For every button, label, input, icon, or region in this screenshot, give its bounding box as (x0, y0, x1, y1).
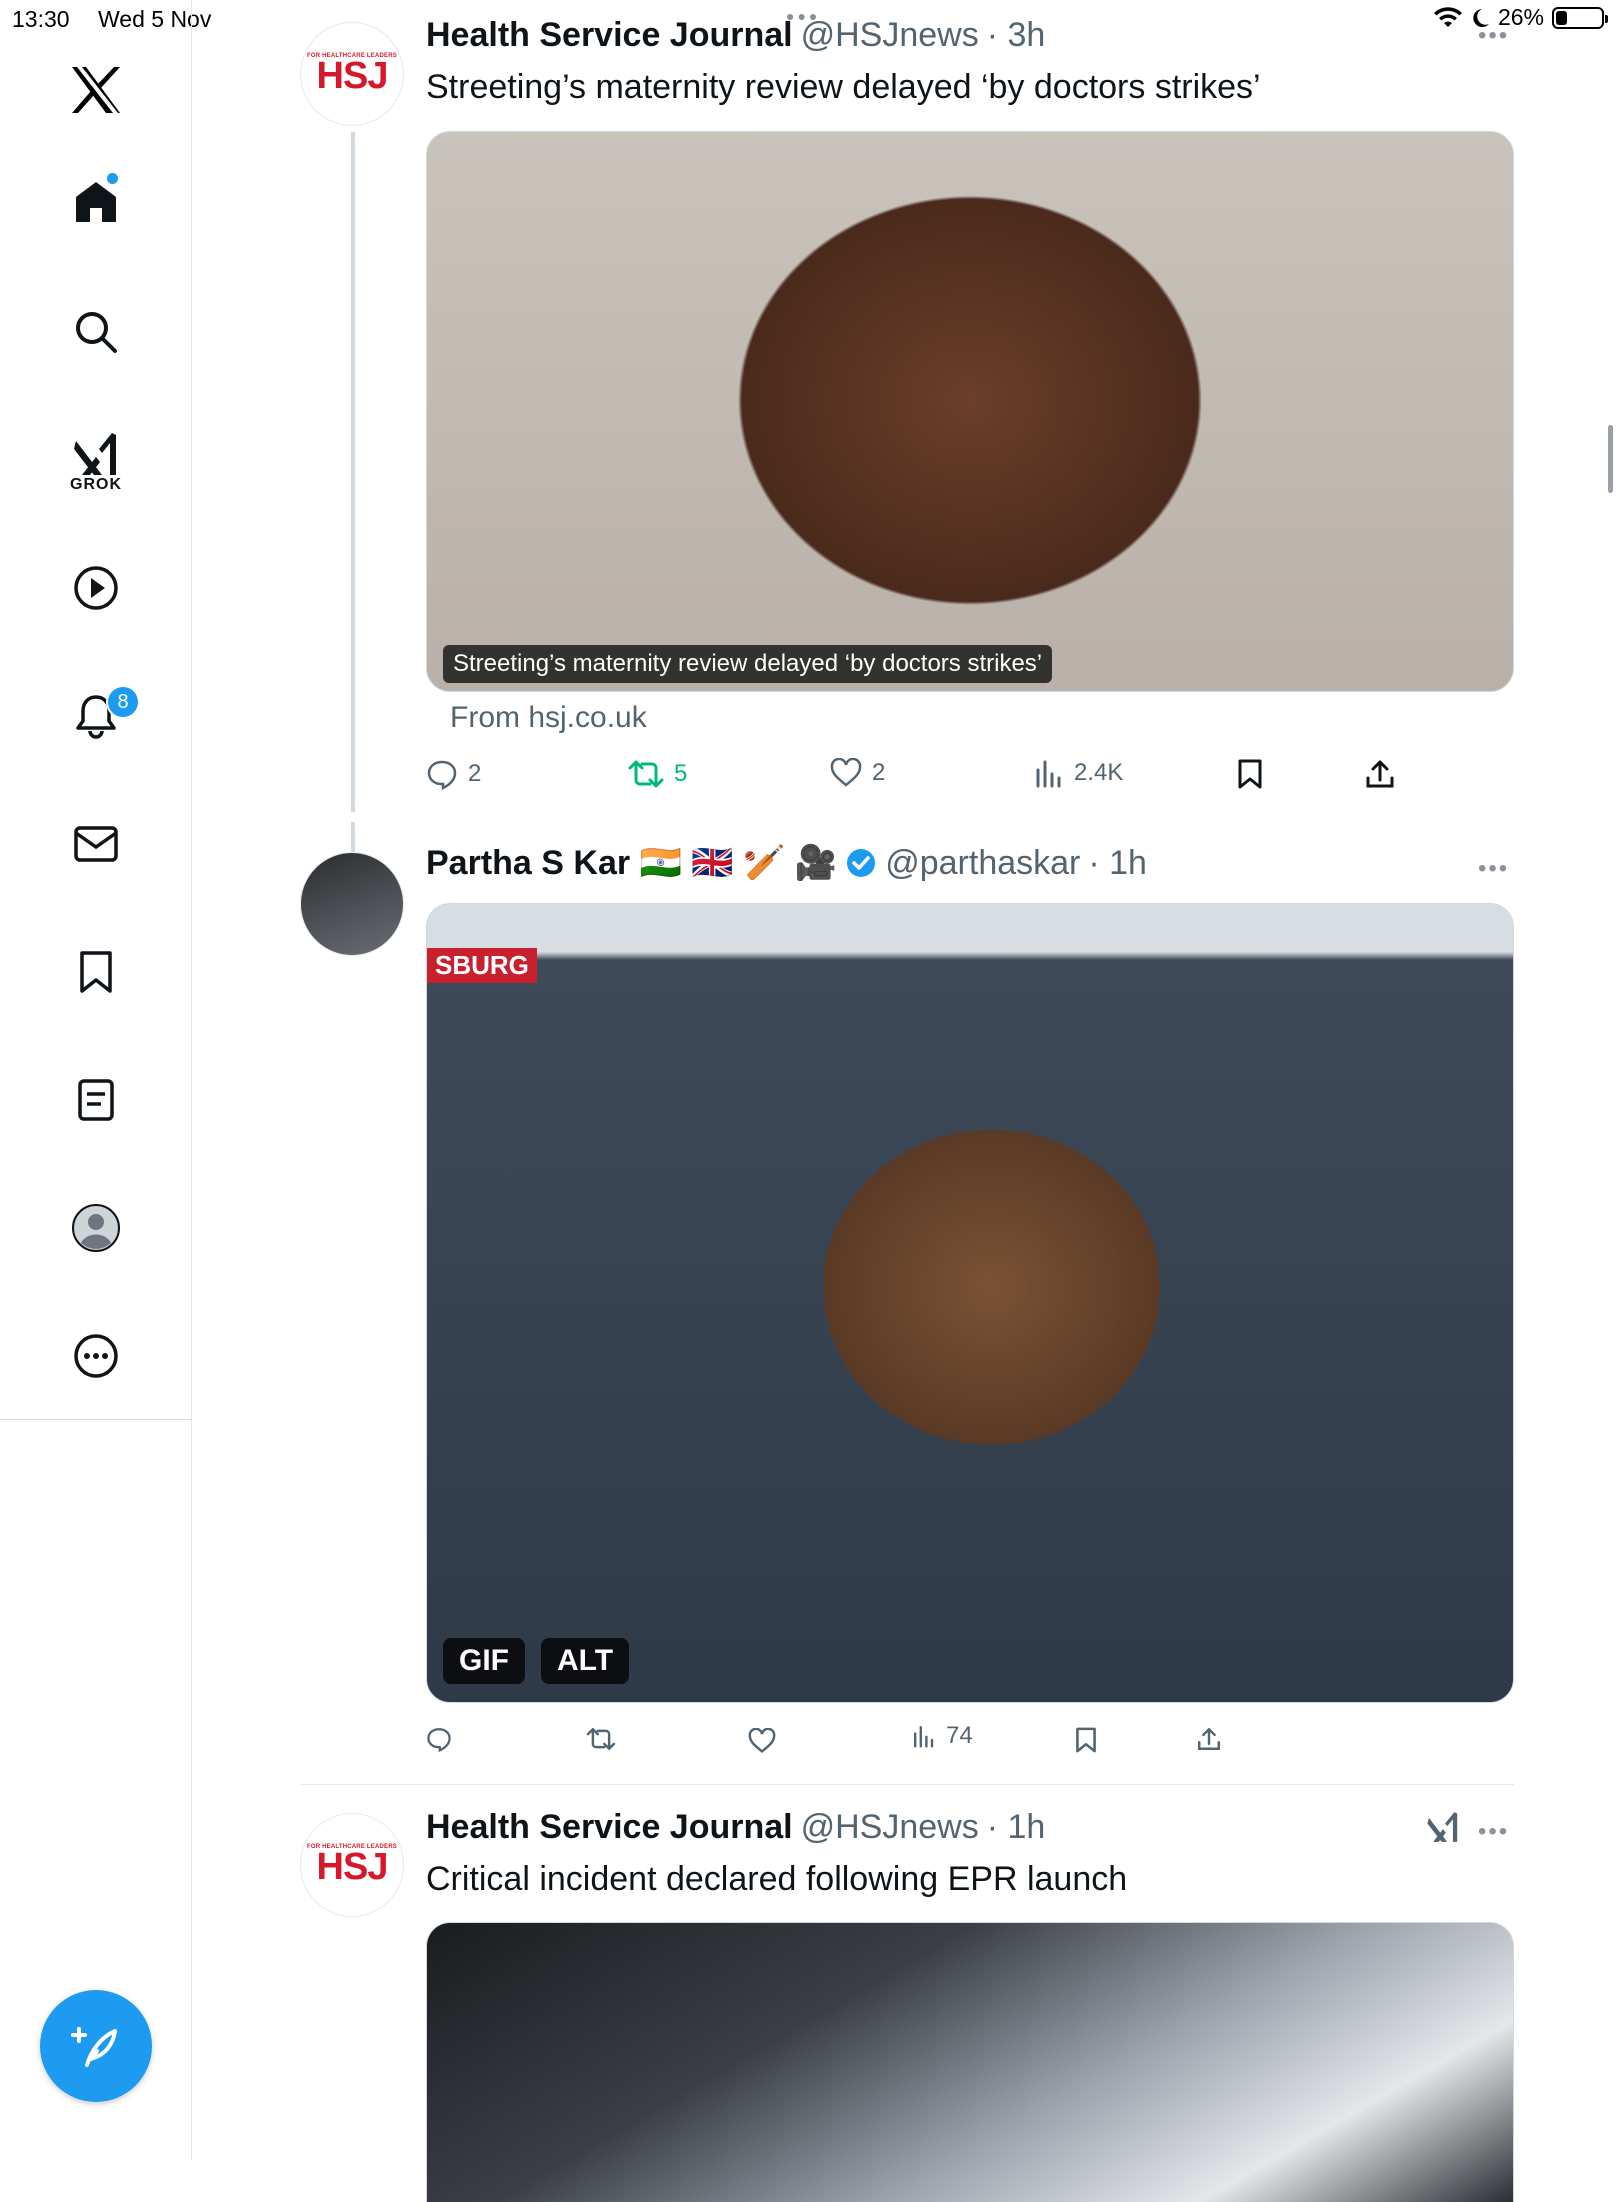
views-count: 74 (946, 1722, 973, 1749)
verified-badge-icon (847, 849, 876, 877)
like-button[interactable] (748, 1728, 776, 1754)
wifi-icon (1433, 6, 1462, 27)
sidebar-item-messages[interactable] (66, 814, 126, 874)
envelope-icon (74, 826, 118, 862)
grok-icon (74, 433, 116, 475)
hsj-logo: FOR HEALTHCARE LEADERS HSJ (301, 1814, 403, 1916)
more-options-icon[interactable]: ••• (1478, 22, 1509, 50)
sidebar-divider (0, 1419, 192, 1420)
sidebar-item-profile[interactable] (66, 1198, 126, 1258)
sidebar-item-video[interactable] (66, 558, 126, 618)
status-right-group: 26% (1433, 4, 1608, 31)
home-icon (76, 182, 116, 222)
share-icon (1198, 1728, 1220, 1750)
like-button[interactable]: 2 (830, 758, 885, 788)
bookmark-icon (1076, 1727, 1096, 1753)
link-card-image[interactable]: Streeting’s maternity review delayed ‘by… (426, 131, 1514, 692)
reply-count: 2 (468, 760, 482, 787)
tweet-time[interactable]: · 3h (987, 16, 1046, 55)
sidebar-item-lists[interactable] (66, 1070, 126, 1130)
retweet-icon (586, 1728, 616, 1750)
link-source[interactable]: From hsj.co.uk (450, 701, 647, 735)
avatar[interactable]: FOR HEALTHCARE LEADERS HSJ (300, 22, 404, 126)
like-count: 2 (872, 759, 886, 786)
retweet-button[interactable]: 5 (628, 758, 687, 790)
tweet-divider (300, 1784, 1514, 1785)
more-options-icon[interactable]: ••• (1478, 1818, 1509, 1846)
author-handle[interactable]: @HSJnews (801, 16, 979, 55)
share-icon (1366, 760, 1394, 788)
author-name[interactable]: Health Service Journal (426, 16, 793, 55)
gif-badge: GIF (443, 1638, 525, 1684)
link-card-caption: Streeting’s maternity review delayed ‘by… (443, 645, 1053, 683)
share-button[interactable] (1196, 1726, 1222, 1752)
grok-explain-button[interactable] (1426, 1810, 1460, 1849)
notification-badge: 8 (106, 685, 140, 719)
sidebar-item-label: GROK (70, 476, 122, 493)
sidebar-item-bookmarks[interactable] (66, 942, 126, 1002)
author-name[interactable]: Health Service Journal (426, 1808, 793, 1847)
more-icon (74, 1334, 118, 1378)
tweet-time[interactable]: · 1h (1088, 844, 1147, 883)
tweet-text: Streeting’s maternity review delayed ‘by… (426, 68, 1261, 106)
tv-channel-tag: SBURG (427, 948, 537, 983)
list-icon (78, 1079, 114, 1121)
retweet-count: 5 (674, 760, 688, 787)
hsj-logo-text: HSJ (316, 55, 389, 97)
hsj-logo-text: HSJ (316, 1846, 389, 1888)
search-icon (76, 312, 117, 353)
bookmark-button[interactable] (1074, 1726, 1098, 1754)
bookmark-icon (1238, 759, 1262, 789)
more-options-icon[interactable]: ••• (1478, 855, 1509, 883)
avatar[interactable]: FOR HEALTHCARE LEADERS HSJ (300, 1813, 404, 1917)
x-logo-icon[interactable] (66, 60, 126, 120)
scrollbar[interactable] (1608, 425, 1613, 493)
play-icon (74, 566, 118, 610)
tweet-header: Partha S Kar 🇮🇳 🇬🇧 🏏 🎥 @parthaskar · 1h (426, 843, 1147, 883)
author-handle[interactable]: @parthaskar (885, 844, 1080, 883)
avatar[interactable] (300, 852, 404, 956)
retweet-icon (628, 760, 664, 788)
grok-icon (1427, 1812, 1458, 1842)
reply-button[interactable]: 2 (426, 758, 481, 790)
home-unread-dot (107, 173, 118, 184)
sidebar-item-grok[interactable] (66, 424, 126, 484)
tweet-header: Health Service Journal @HSJnews · 1h (426, 1808, 1045, 1847)
profile-icon (72, 1204, 120, 1252)
gif-media[interactable]: SBURG GIF ALT (426, 903, 1514, 1703)
compose-icon (71, 2027, 117, 2067)
author-handle[interactable]: @HSJnews (801, 1808, 979, 1847)
tweet-text: Critical incident declared following EPR… (426, 1860, 1128, 1898)
alt-text-button[interactable]: ALT (541, 1638, 630, 1684)
bookmark-icon (80, 951, 112, 993)
bookmark-button[interactable] (1236, 758, 1264, 790)
hsj-logo: FOR HEALTHCARE LEADERS HSJ (301, 23, 403, 125)
share-button[interactable] (1364, 758, 1396, 790)
views-icon (914, 1726, 934, 1748)
heart-icon (830, 758, 862, 787)
views-button[interactable]: 74 (912, 1722, 973, 1750)
views-count: 2.4K (1074, 759, 1124, 786)
views-button[interactable]: 2.4K (1034, 758, 1123, 788)
reply-icon (427, 760, 457, 790)
retweet-button[interactable] (586, 1726, 616, 1752)
thread-line (351, 132, 355, 812)
sidebar-item-more[interactable] (66, 1326, 126, 1386)
reply-icon (427, 1728, 451, 1752)
tweet-time[interactable]: · 1h (987, 1808, 1046, 1847)
sidebar-item-explore[interactable] (66, 302, 126, 362)
author-name[interactable]: Partha S Kar 🇮🇳 🇬🇧 🏏 🎥 (426, 843, 837, 883)
tweet-media-image[interactable] (426, 1922, 1514, 2202)
heart-icon (748, 1728, 776, 1753)
reply-button[interactable] (426, 1726, 452, 1752)
tweet-header: Health Service Journal @HSJnews · 3h (426, 16, 1045, 55)
compose-button[interactable] (40, 1990, 152, 2102)
views-icon (1036, 760, 1061, 788)
thread-line (351, 822, 355, 852)
battery-icon (1552, 6, 1608, 29)
